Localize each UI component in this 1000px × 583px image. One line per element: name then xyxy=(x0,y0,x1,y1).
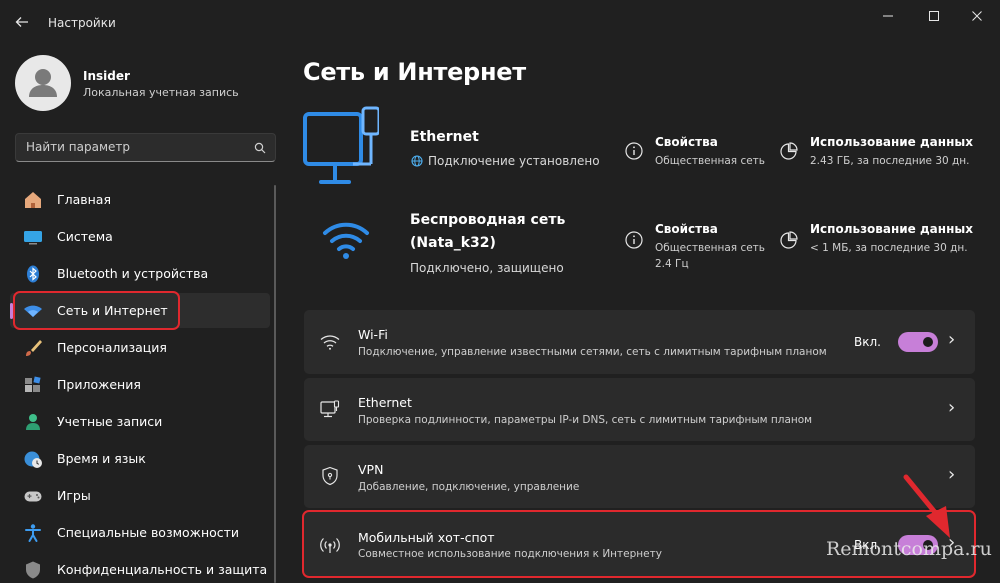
page-title: Сеть и Интернет xyxy=(303,58,526,86)
nav-list: Главная Система Bluetooth и устройства С… xyxy=(10,182,270,583)
nav-item-personalization[interactable]: Персонализация xyxy=(10,330,270,365)
avatar[interactable] xyxy=(15,55,71,111)
wifi-large-icon xyxy=(322,219,370,261)
globe-clock-icon xyxy=(22,448,44,470)
wifi-band: 2.4 Гц xyxy=(655,258,689,270)
ethernet-data-usage-value: 2.43 ГБ, за последние 30 дн. xyxy=(810,155,970,167)
accessibility-icon xyxy=(22,522,44,544)
nav-item-gaming[interactable]: Игры xyxy=(10,478,270,513)
nav-item-label: Время и язык xyxy=(57,451,146,466)
nav-item-label: Приложения xyxy=(57,377,141,392)
wifi-card-title-line1: Беспроводная сеть xyxy=(410,212,566,228)
minimize-button[interactable] xyxy=(865,0,911,32)
wifi-status: Подключено, защищено xyxy=(410,261,564,275)
monitor-icon xyxy=(22,226,44,248)
nav-item-label: Игры xyxy=(57,488,91,503)
home-icon xyxy=(22,189,44,211)
wifi-card-title-line2: (Nata_k32) xyxy=(410,235,496,251)
ethernet-network-profile: Общественная сеть xyxy=(655,155,765,167)
user-name: Insider xyxy=(83,69,130,83)
maximize-icon xyxy=(929,11,939,21)
row-title: VPN xyxy=(358,462,384,477)
nav-item-label: Специальные возможности xyxy=(57,525,240,540)
data-usage-icon[interactable] xyxy=(779,142,798,161)
ethernet-icon xyxy=(320,400,340,418)
person-icon xyxy=(22,411,44,433)
search-icon[interactable] xyxy=(254,142,266,154)
settings-row-ethernet[interactable]: Ethernet Проверка подлинности, параметры… xyxy=(304,378,975,441)
window-title: Настройки xyxy=(48,16,116,30)
ethernet-properties-link[interactable]: Свойства xyxy=(655,135,718,149)
wifi-network-profile: Общественная сеть xyxy=(655,242,765,254)
watermark: Remontcompa.ru xyxy=(826,538,992,560)
wifi-icon xyxy=(320,335,340,350)
row-subtitle: Подключение, управление известными сетям… xyxy=(358,346,827,358)
highlight-outline-nav xyxy=(13,291,180,330)
chevron-right-icon: › xyxy=(948,329,956,350)
nav-item-privacy[interactable]: Конфиденциальность и защита xyxy=(10,552,270,583)
toggle-label: Вкл. xyxy=(854,335,881,349)
nav-item-label: Персонализация xyxy=(57,340,167,355)
minimize-icon xyxy=(883,15,893,17)
row-subtitle: Проверка подлинности, параметры IP-и DNS… xyxy=(358,414,813,426)
nav-item-bluetooth[interactable]: Bluetooth и устройства xyxy=(10,256,270,291)
nav-item-label: Конфиденциальность и защита xyxy=(57,562,268,577)
vpn-shield-icon xyxy=(322,466,338,486)
apps-icon xyxy=(22,374,44,396)
info-icon[interactable] xyxy=(625,142,643,160)
ethernet-status: Подключение установлено xyxy=(428,154,600,168)
nav-item-home[interactable]: Главная xyxy=(10,182,270,217)
nav-item-label: Bluetooth и устройства xyxy=(57,266,209,281)
wifi-properties-link[interactable]: Свойства xyxy=(655,222,718,236)
red-arrow-icon xyxy=(903,474,950,538)
chevron-right-icon: › xyxy=(948,397,956,418)
back-button[interactable] xyxy=(14,14,30,30)
nav-scrollbar[interactable] xyxy=(274,185,276,583)
nav-item-time-language[interactable]: Время и язык xyxy=(10,441,270,476)
wifi-data-usage-value: < 1 МБ, за последние 30 дн. xyxy=(810,242,968,254)
bluetooth-icon xyxy=(22,263,44,285)
settings-row-vpn[interactable]: VPN Добавление, подключение, управление … xyxy=(304,445,975,508)
data-usage-icon[interactable] xyxy=(779,231,798,250)
settings-row-wifi[interactable]: Wi-Fi Подключение, управление известными… xyxy=(304,310,975,374)
search-input[interactable] xyxy=(26,140,246,154)
nav-item-label: Система xyxy=(57,229,113,244)
wifi-toggle[interactable] xyxy=(898,332,938,352)
ethernet-data-usage-link[interactable]: Использование данных xyxy=(810,135,973,149)
user-silhouette-icon xyxy=(29,69,57,97)
search-box[interactable] xyxy=(15,133,276,162)
nav-item-apps[interactable]: Приложения xyxy=(10,367,270,402)
shield-icon xyxy=(22,559,44,581)
nav-item-accounts[interactable]: Учетные записи xyxy=(10,404,270,439)
nav-item-system[interactable]: Система xyxy=(10,219,270,254)
nav-item-label: Главная xyxy=(57,192,111,207)
ethernet-card-title: Ethernet xyxy=(410,129,479,145)
maximize-button[interactable] xyxy=(911,0,957,32)
row-subtitle: Добавление, подключение, управление xyxy=(358,481,580,493)
ethernet-large-icon xyxy=(303,106,379,192)
nav-item-accessibility[interactable]: Специальные возможности xyxy=(10,515,270,550)
toggle-knob xyxy=(923,337,933,347)
close-icon xyxy=(972,11,982,21)
info-icon[interactable] xyxy=(625,231,643,249)
nav-item-label: Учетные записи xyxy=(57,414,163,429)
account-type: Локальная учетная запись xyxy=(83,86,239,99)
wifi-data-usage-link[interactable]: Использование данных xyxy=(810,222,973,236)
row-title: Wi-Fi xyxy=(358,327,388,342)
close-button[interactable] xyxy=(954,0,1000,32)
brush-icon xyxy=(22,337,44,359)
globe-icon xyxy=(411,155,423,167)
back-arrow-icon xyxy=(15,17,28,27)
row-title: Ethernet xyxy=(358,395,412,410)
gamepad-icon xyxy=(22,485,44,507)
